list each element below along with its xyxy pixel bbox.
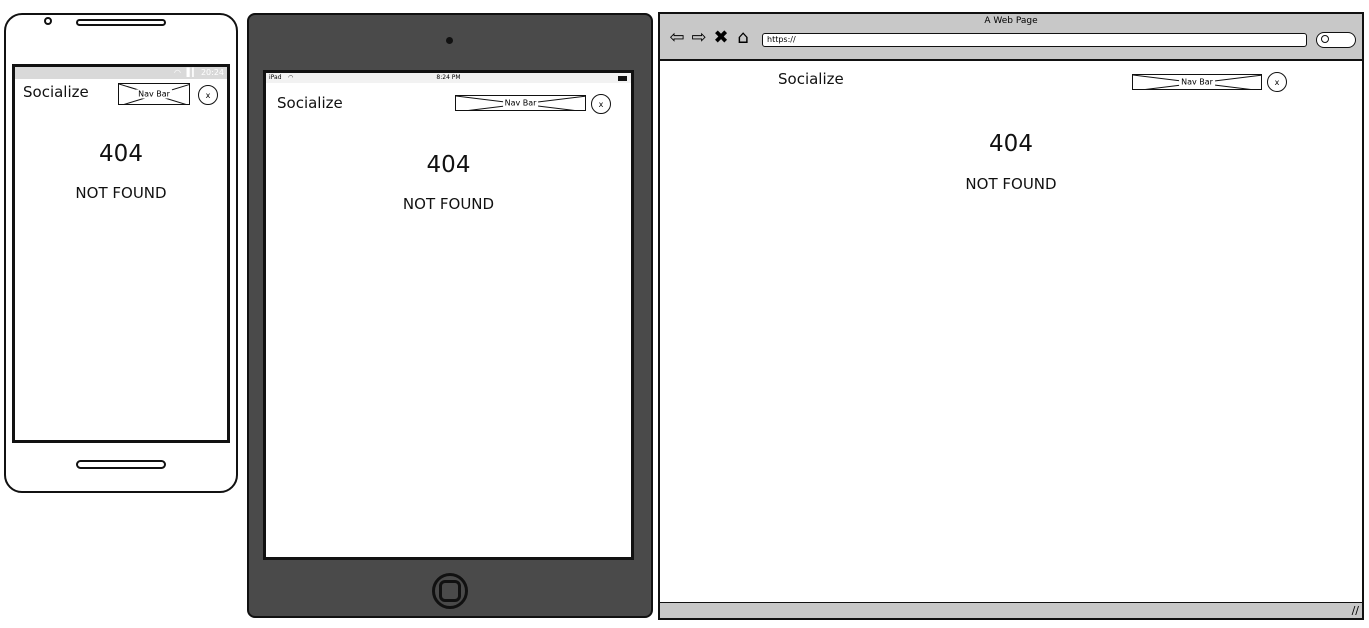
error-message: NOT FOUND [75,184,167,202]
signal-icon: ▐ [183,68,190,77]
brand-logo[interactable]: Socialize [778,70,844,88]
nav-bar[interactable]: Nav Bar [118,83,190,105]
close-icon: x [1274,77,1280,87]
battery-icon: ▎ [192,68,199,77]
wifi-icon: ◠ [174,68,181,77]
phone-home-button[interactable] [76,460,166,469]
close-icon: x [205,90,211,100]
error-code: 404 [99,141,143,167]
url-bar[interactable]: https:// [762,33,1307,47]
search-button[interactable] [1316,32,1356,48]
search-icon [1321,35,1329,43]
browser-title: A Web Page [984,16,1038,26]
phone-camera [44,17,52,25]
tablet-status-time: 8:24 PM [436,74,461,81]
home-icon[interactable]: ⌂ [734,26,752,50]
nav-bar[interactable]: Nav Bar [1132,74,1262,90]
error-code: 404 [989,131,1033,157]
tablet-status-bar: iPad ◠ 8:24 PM [266,73,631,83]
battery-icon [618,76,627,81]
nav-bar-label: Nav Bar [136,89,172,99]
error-message: NOT FOUND [965,175,1057,193]
browser-titlebar: A Web Page ⇦ ⇨ ✖ ⌂ https:// [660,14,1362,61]
error-code: 404 [426,152,471,178]
browser-window: A Web Page ⇦ ⇨ ✖ ⌂ https:// Socialize Na… [658,12,1364,620]
tablet-camera [446,37,453,44]
brand-logo[interactable]: Socialize [277,94,343,112]
nav-bar-label: Nav Bar [502,98,539,108]
close-icon: x [598,99,604,109]
forward-arrow-icon[interactable]: ⇨ [690,26,708,50]
phone-status-bar: ◠ ▐ ▎ 20:24 [15,67,227,79]
nav-bar[interactable]: Nav Bar [455,95,586,111]
browser-status-bar: ∕∕ [660,602,1362,618]
resize-grip-icon[interactable]: ∕∕ [1352,605,1359,617]
browser-nav-controls: ⇦ ⇨ ✖ ⌂ [668,26,752,50]
close-button[interactable]: x [591,94,611,114]
nav-bar-label: Nav Bar [1179,77,1215,87]
error-message: NOT FOUND [402,195,495,213]
stop-icon[interactable]: ✖ [712,26,730,50]
phone-status-icons: ◠ ▐ ▎ 20:24 [174,67,224,79]
phone-status-time: 20:24 [200,68,224,77]
close-button[interactable]: x [198,85,218,105]
phone-speaker [76,19,166,26]
tablet-screen: iPad ◠ 8:24 PM Socialize Nav Bar x 404 N… [263,70,634,560]
brand-logo[interactable]: Socialize [23,83,89,101]
close-button[interactable]: x [1267,72,1287,92]
back-arrow-icon[interactable]: ⇦ [668,26,686,50]
home-square-icon [439,580,461,602]
phone-screen: ◠ ▐ ▎ 20:24 Socialize Nav Bar x 404 NOT … [12,64,230,443]
